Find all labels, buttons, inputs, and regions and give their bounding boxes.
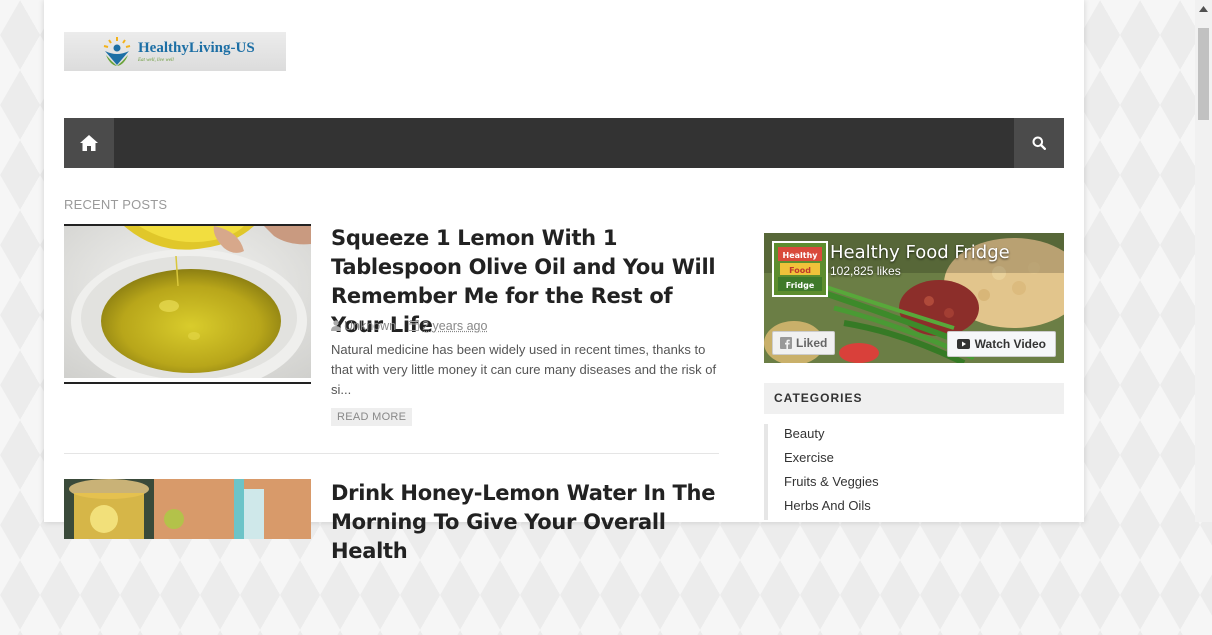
main-navbar xyxy=(64,118,1064,168)
watch-video-label: Watch Video xyxy=(975,337,1046,351)
logo-tagline: Eat well, live well xyxy=(138,58,255,63)
read-more-button[interactable]: READ MORE xyxy=(331,408,412,426)
category-item[interactable]: Fruits & Veggies xyxy=(764,472,1064,496)
post-card: Squeeze 1 Lemon With 1 Tablespoon Olive … xyxy=(64,224,719,454)
search-icon xyxy=(1032,136,1046,150)
scroll-up-arrow-icon[interactable] xyxy=(1195,0,1212,17)
category-item[interactable]: Beauty xyxy=(764,424,1064,448)
post-author[interactable]: Unknown xyxy=(331,319,396,333)
recent-posts-heading: RECENT POSTS xyxy=(64,197,167,212)
post-thumbnail[interactable] xyxy=(64,479,311,635)
search-button[interactable] xyxy=(1014,118,1064,168)
home-button[interactable] xyxy=(64,118,114,168)
logo-mark-icon xyxy=(100,35,134,69)
facebook-liked-button[interactable]: Liked xyxy=(772,331,835,355)
facebook-icon xyxy=(780,337,792,349)
facebook-page-avatar[interactable]: Healthy Food Fridge xyxy=(772,241,828,297)
post-divider xyxy=(64,453,719,454)
post-thumbnail[interactable] xyxy=(64,224,311,384)
facebook-liked-label: Liked xyxy=(796,336,827,350)
post-date: 2 years ago xyxy=(408,319,487,333)
categories-list: Beauty Exercise Fruits & Veggies Herbs A… xyxy=(764,424,1064,520)
facebook-page-name[interactable]: Healthy Food Fridge xyxy=(830,242,1010,263)
svg-text:Fridge: Fridge xyxy=(786,281,815,290)
page-scrollbar[interactable] xyxy=(1195,0,1212,522)
logo-title: HealthyLiving-US xyxy=(138,40,255,56)
site-logo[interactable]: HealthyLiving-US Eat well, live well xyxy=(64,32,286,71)
logo-text: HealthyLiving-US Eat well, live well xyxy=(138,41,255,63)
user-icon xyxy=(331,320,341,331)
post-meta: Unknown 2 years ago xyxy=(331,319,487,333)
calendar-icon xyxy=(408,320,419,331)
facebook-likes-count: 102,825 likes xyxy=(830,264,901,278)
play-icon xyxy=(957,339,970,349)
category-item[interactable]: Herbs And Oils xyxy=(764,496,1064,520)
scrollbar-thumb[interactable] xyxy=(1198,28,1209,120)
categories-heading: CATEGORIES xyxy=(764,383,1064,414)
svg-text:Healthy: Healthy xyxy=(783,251,819,260)
post-card: Drink Honey-Lemon Water In The Morning T… xyxy=(64,479,719,539)
svg-text:Food: Food xyxy=(789,266,811,275)
page-container: HealthyLiving-US Eat well, live well REC… xyxy=(44,0,1084,522)
post-excerpt: Natural medicine has been widely used in… xyxy=(331,340,721,400)
post-time: 2 years ago xyxy=(422,319,487,333)
category-item[interactable]: Exercise xyxy=(764,448,1064,472)
facebook-page-widget[interactable]: Healthy Food Fridge Healthy Food Fridge … xyxy=(764,233,1064,363)
post-author-name: Unknown xyxy=(344,319,396,333)
post-title[interactable]: Drink Honey-Lemon Water In The Morning T… xyxy=(331,479,726,566)
watch-video-button[interactable]: Watch Video xyxy=(947,331,1056,357)
home-icon xyxy=(79,134,99,152)
